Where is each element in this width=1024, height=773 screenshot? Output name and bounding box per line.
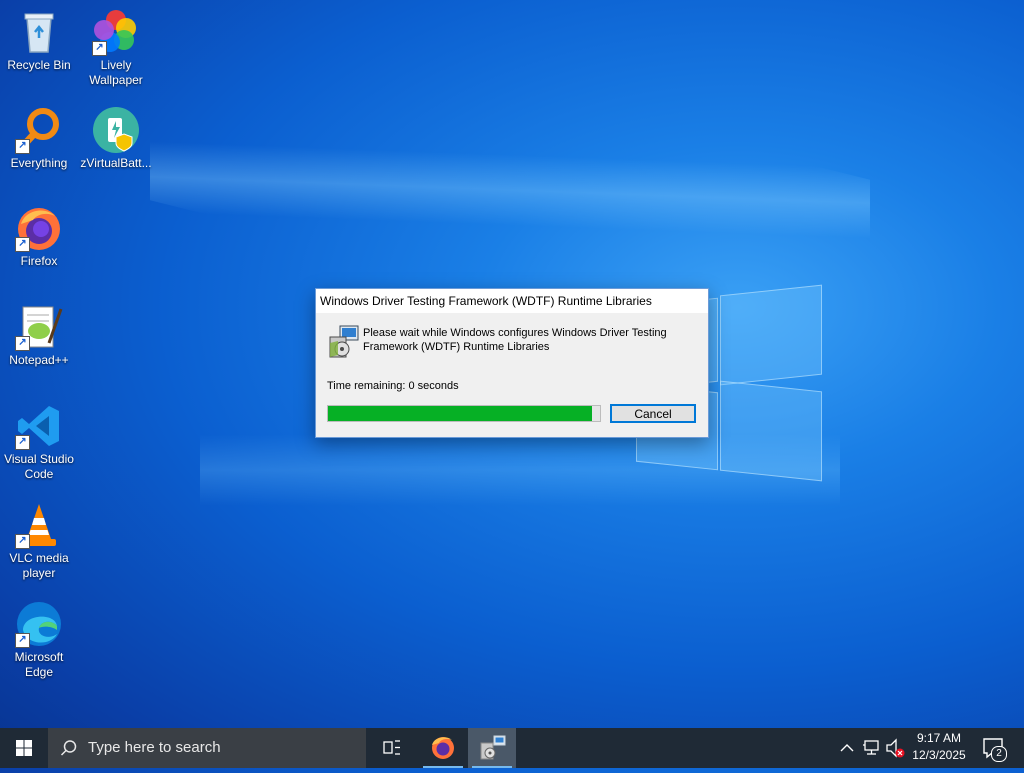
- volume-muted-icon: [886, 738, 905, 758]
- visual-studio-code-icon: ↗: [15, 402, 63, 450]
- shortcut-arrow-icon: ↗: [15, 633, 30, 648]
- firefox-icon: ↗: [15, 204, 63, 252]
- desktop-icon-notepad-plus-plus[interactable]: ↗ Notepad++: [0, 303, 78, 368]
- lively-wallpaper-icon: ↗: [92, 8, 140, 56]
- taskbar-clock[interactable]: 9:17 AM 12/3/2025: [908, 730, 970, 764]
- taskbar: Type here to search 9:17 AM 12/3/2025 2: [0, 728, 1024, 768]
- search-icon: [60, 740, 77, 756]
- desktop-icon-firefox[interactable]: ↗ Firefox: [0, 204, 78, 269]
- microsoft-edge-icon: ↗: [15, 600, 63, 648]
- desktop-icon-recycle-bin[interactable]: Recycle Bin: [0, 8, 78, 73]
- desktop-icon-lively-wallpaper[interactable]: ↗ Lively Wallpaper: [77, 8, 155, 88]
- windows-logo-icon: [16, 740, 32, 756]
- desktop-icon-label: Microsoft Edge: [14, 650, 64, 679]
- shortcut-arrow-icon: ↗: [15, 534, 30, 549]
- cancel-button[interactable]: Cancel: [610, 404, 696, 423]
- desktop-icon-everything[interactable]: ↗ Everything: [0, 106, 78, 171]
- show-hidden-icons-button[interactable]: [836, 728, 858, 768]
- chevron-up-icon: [840, 744, 854, 752]
- firefox-icon: [432, 737, 454, 759]
- desktop-icon-label: Visual Studio Code: [4, 452, 74, 481]
- shortcut-arrow-icon: ↗: [15, 336, 30, 351]
- everything-search-icon: ↗: [15, 106, 63, 154]
- desktop-icon-zvirtualbattery[interactable]: zVirtualBatt...: [77, 106, 155, 171]
- desktop-icon-label: Lively Wallpaper: [89, 58, 143, 87]
- desktop-icon-vlc[interactable]: ↗ VLC media player: [0, 501, 78, 581]
- installer-package-icon: [480, 735, 506, 760]
- desktop-icon-label: Firefox: [20, 254, 58, 268]
- desktop-icon-label: Everything: [10, 156, 68, 170]
- zvirtualbattery-icon: [92, 106, 140, 154]
- taskbar-search-box[interactable]: Type here to search: [48, 728, 366, 768]
- desktop-icon-vscode[interactable]: ↗ Visual Studio Code: [0, 402, 78, 482]
- search-placeholder: Type here to search: [88, 739, 221, 756]
- shortcut-arrow-icon: ↗: [15, 139, 30, 154]
- desktop-icon-label: Recycle Bin: [7, 58, 71, 72]
- network-icon: [863, 740, 879, 755]
- shortcut-arrow-icon: ↗: [15, 237, 30, 252]
- task-view-icon: [383, 740, 400, 755]
- volume-button[interactable]: [884, 728, 906, 768]
- network-button[interactable]: [860, 728, 882, 768]
- desktop-icon-label: Notepad++: [9, 353, 69, 367]
- recycle-bin-icon: [15, 8, 63, 56]
- progress-bar-fill: [328, 406, 592, 421]
- notification-count-badge: 2: [991, 746, 1007, 762]
- task-view-button[interactable]: [368, 728, 416, 768]
- start-button[interactable]: [0, 728, 48, 768]
- time-remaining-label: Time remaining: 0 seconds: [327, 380, 459, 392]
- installer-dialog: Windows Driver Testing Framework (WDTF) …: [315, 288, 709, 438]
- desktop-icon-label: VLC media player: [9, 551, 69, 580]
- shortcut-arrow-icon: ↗: [15, 435, 30, 450]
- clock-date: 12/3/2025: [912, 748, 966, 762]
- desktop-icon-edge[interactable]: ↗ Microsoft Edge: [0, 600, 78, 680]
- installer-package-icon: [328, 325, 360, 359]
- taskbar-installer-button[interactable]: [468, 728, 516, 768]
- shortcut-arrow-icon: ↗: [92, 41, 107, 56]
- taskbar-firefox-button[interactable]: [419, 728, 467, 768]
- dialog-message: Please wait while Windows configures Win…: [363, 327, 667, 353]
- action-center-button[interactable]: 2: [978, 728, 1010, 768]
- clock-time: 9:17 AM: [916, 731, 962, 745]
- install-progress-bar: [327, 405, 601, 422]
- notepad-plus-plus-icon: ↗: [15, 303, 63, 351]
- vlc-cone-icon: ↗: [15, 501, 63, 549]
- desktop-icon-label: zVirtualBatt...: [80, 156, 152, 170]
- dialog-title[interactable]: Windows Driver Testing Framework (WDTF) …: [316, 289, 708, 313]
